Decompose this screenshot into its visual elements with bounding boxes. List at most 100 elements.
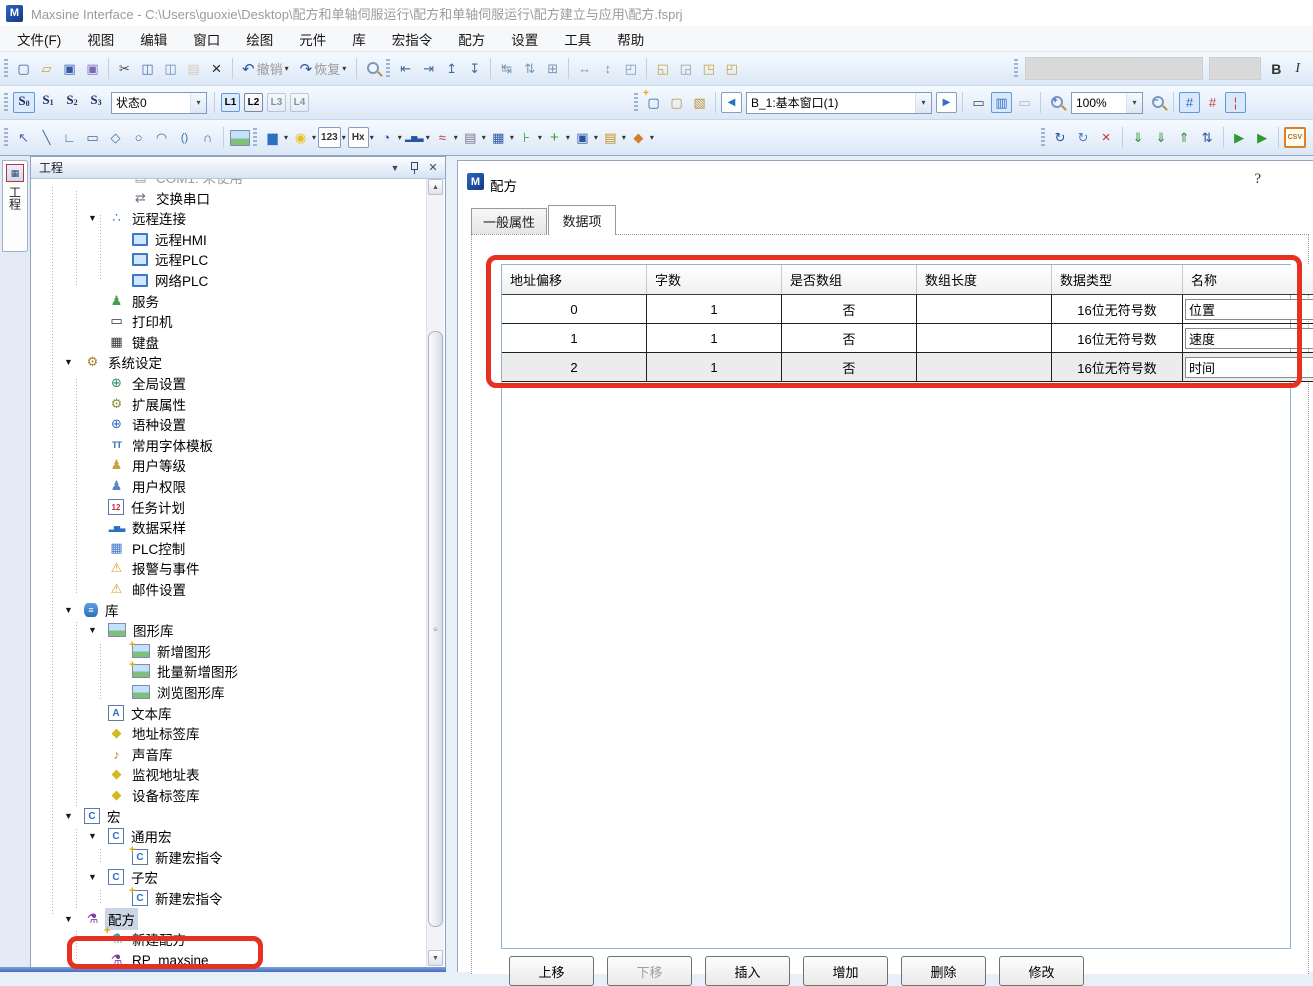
column-header-3[interactable]: 数组长度: [917, 265, 1052, 295]
delete-icon[interactable]: ×: [206, 58, 227, 79]
align-top-icon[interactable]: ↥: [441, 58, 462, 79]
lamp-component-icon[interactable]: ◉: [290, 127, 311, 148]
menu-item-3[interactable]: 窗口: [180, 26, 233, 52]
offline-simulation-icon[interactable]: ▶: [1229, 127, 1250, 148]
align-hcenter-icon[interactable]: ↹: [496, 58, 517, 79]
layer1-button[interactable]: L1: [221, 93, 240, 112]
tree-item-monitor-address-table[interactable]: ◆监视地址表: [32, 764, 203, 784]
dialog-button-2[interactable]: 插入: [705, 956, 790, 986]
font-size-box[interactable]: [1209, 57, 1261, 80]
table-row-0[interactable]: 01否16位无符号数: [502, 295, 1313, 324]
menu-item-6[interactable]: 库: [339, 26, 379, 52]
paste-icon[interactable]: ▤: [183, 58, 204, 79]
online-simulation-icon[interactable]: ▶: [1252, 127, 1273, 148]
tree-item-text-library[interactable]: A文本库: [32, 703, 175, 723]
align-left-icon[interactable]: ⇤: [395, 58, 416, 79]
toolbar-grip[interactable]: [386, 59, 390, 79]
window-preview-icon[interactable]: ▥: [991, 92, 1012, 113]
tree-scrollbar[interactable]: ▲ ≡ ▼: [426, 179, 444, 966]
tree-item-task-schedule[interactable]: 12任务计划: [32, 497, 188, 517]
toolbar-grip[interactable]: [253, 128, 257, 148]
zoom-combo[interactable]: 100%▾: [1071, 92, 1143, 114]
tree-item-new-macro[interactable]: C+新建宏指令: [32, 888, 226, 908]
tree-expander-icon[interactable]: ▼: [88, 872, 108, 882]
csv-export-icon[interactable]: CSV: [1284, 127, 1306, 148]
tree-item-user-level[interactable]: ♟用户等级: [32, 455, 189, 475]
tree-item-language-settings[interactable]: ⊕语种设置: [32, 414, 189, 434]
tree-item-sound-library[interactable]: ♪声音库: [32, 744, 176, 764]
arc-tool-icon[interactable]: ◠: [151, 127, 172, 148]
numeric-component-icon[interactable]: 123: [318, 127, 341, 148]
project-side-tab[interactable]: ▦ 工程: [2, 160, 28, 252]
copy-icon[interactable]: ◫: [137, 58, 158, 79]
new-window-icon[interactable]: ▢+: [643, 92, 664, 113]
menu-item-8[interactable]: 配方: [445, 26, 498, 52]
tree-item-remote-hmi[interactable]: 远程HMI: [32, 229, 210, 249]
tree-item-new-macro[interactable]: C+新建宏指令: [32, 847, 226, 867]
tab-general-properties[interactable]: 一般属性: [471, 208, 547, 234]
column-header-1[interactable]: 字数: [647, 265, 782, 295]
tree-item-font-template[interactable]: TT常用字体模板: [32, 435, 216, 455]
download-icon[interactable]: ⇓: [1128, 127, 1149, 148]
dialog-button-4[interactable]: 删除: [901, 956, 986, 986]
panel-close-icon[interactable]: ✕: [425, 160, 441, 175]
dialog-button-3[interactable]: 增加: [803, 956, 888, 986]
duplicate-icon[interactable]: ◫: [160, 58, 181, 79]
tree-item-address-tag-library[interactable]: ◆地址标签库: [32, 723, 203, 743]
tree-item-mail-settings[interactable]: ⚠邮件设置: [32, 579, 189, 599]
state2-button[interactable]: S2: [61, 92, 83, 113]
tree-item-new-recipe[interactable]: ⚗+新建配方: [32, 929, 189, 949]
tree-item-recipe-item[interactable]: ⚗RP_maxsine: [32, 950, 212, 966]
distribute-h-icon[interactable]: ⊞: [542, 58, 563, 79]
grid-icon[interactable]: #: [1179, 92, 1200, 113]
align-bottom-icon[interactable]: ↧: [464, 58, 485, 79]
send-to-back-icon[interactable]: ◲: [675, 58, 696, 79]
name-input-0[interactable]: [1185, 299, 1313, 320]
tree-expander-icon[interactable]: ▼: [88, 831, 108, 841]
new-file-icon[interactable]: ▢: [13, 58, 34, 79]
menu-item-7[interactable]: 宏指令: [379, 26, 446, 52]
layer2-button[interactable]: L2: [244, 93, 263, 112]
bit-button-component-icon[interactable]: ▆: [262, 127, 283, 148]
name-input-1[interactable]: [1185, 328, 1313, 349]
panel-pin-icon[interactable]: [406, 160, 422, 175]
align-right-icon[interactable]: ⇥: [418, 58, 439, 79]
menu-item-4[interactable]: 绘图: [233, 26, 286, 52]
tree-item-printer[interactable]: ▭打印机: [32, 311, 176, 331]
menu-item-10[interactable]: 工具: [551, 26, 604, 52]
layer4-button[interactable]: L4: [290, 93, 309, 112]
alarm-component-icon[interactable]: ▤: [600, 127, 621, 148]
tree-item-recipe[interactable]: ▼⚗配方: [32, 909, 138, 929]
clear-compile-icon[interactable]: ×: [1096, 127, 1117, 148]
open-folder-icon[interactable]: ▱: [36, 58, 57, 79]
tree-item-alarm-event[interactable]: ⚠报警与事件: [32, 558, 203, 578]
trend-component-icon[interactable]: ≈: [432, 127, 453, 148]
toolbar-grip[interactable]: [4, 93, 8, 113]
cut-icon[interactable]: ✂: [114, 58, 135, 79]
find-icon[interactable]: [362, 58, 383, 79]
scroll-thumb[interactable]: ≡: [428, 331, 443, 927]
image-tool-icon[interactable]: [229, 127, 250, 148]
move-component-icon[interactable]: +: [544, 127, 565, 148]
state1-button[interactable]: S1: [37, 92, 59, 113]
layer3-button[interactable]: L3: [267, 93, 286, 112]
delete-window-icon[interactable]: ▢: [666, 92, 687, 113]
tree-expander-icon[interactable]: ▼: [88, 213, 108, 223]
column-header-4[interactable]: 数据类型: [1052, 265, 1183, 295]
line-tool-icon[interactable]: ╲: [36, 127, 57, 148]
tree-item-general-macro[interactable]: ▼C通用宏: [32, 826, 175, 846]
tree-item-device-tag-library[interactable]: ◆设备标签库: [32, 785, 203, 805]
toolbar-grip[interactable]: [4, 59, 8, 79]
menu-item-2[interactable]: 编辑: [127, 26, 180, 52]
column-header-2[interactable]: 是否数组: [782, 265, 917, 295]
toolbar-grip[interactable]: [4, 128, 8, 148]
bold-button[interactable]: B: [1271, 61, 1281, 77]
same-size-icon[interactable]: ◰: [620, 58, 641, 79]
align-vcenter-icon[interactable]: ⇅: [519, 58, 540, 79]
basic-window-icon[interactable]: ▭: [968, 92, 989, 113]
undo-button[interactable]: ↶撤销▾: [239, 58, 293, 79]
select-tool-icon[interactable]: ↖: [13, 127, 34, 148]
send-backward-icon[interactable]: ◰: [721, 58, 742, 79]
window-combo[interactable]: B_1:基本窗口(1)▾: [746, 92, 932, 114]
italic-button[interactable]: I: [1295, 61, 1300, 77]
